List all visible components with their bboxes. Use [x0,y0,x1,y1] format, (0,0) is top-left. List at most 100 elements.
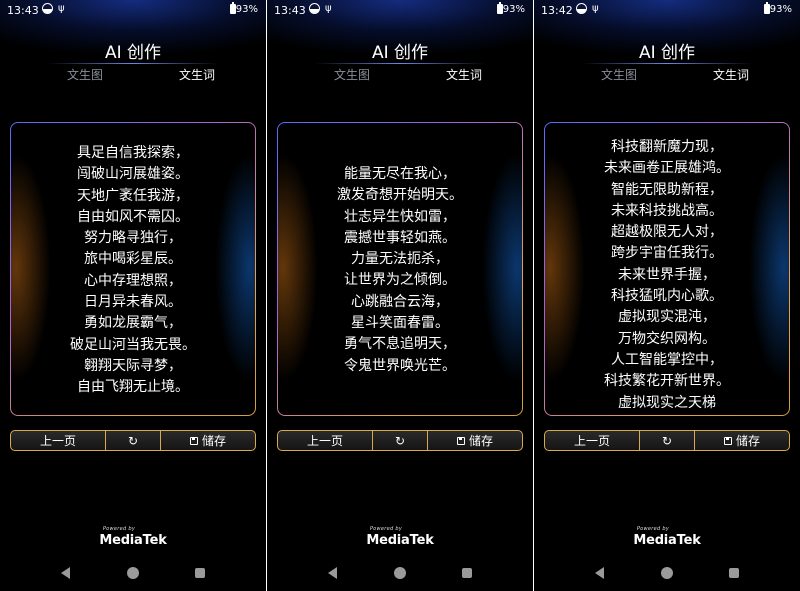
navigation-bar [267,563,533,583]
tab-text-to-image[interactable]: 文生图 [317,66,387,83]
poem-line: 令鬼世界唤光芒。 [344,357,456,374]
page-title: AI 创作 [638,43,696,63]
save-icon [723,436,732,445]
poem-line: 未来科技挑战高。 [611,202,723,219]
poem-line: 旅中喝彩星辰。 [84,251,182,268]
tab-text-to-image[interactable]: 文生图 [50,66,120,83]
poem-line: 星斗笑面春雷。 [351,315,449,332]
battery-percent: 93% [502,4,525,15]
poem-line: 闯破山河展雄姿。 [77,166,189,183]
phone-screen: 13:43 ψ 93% AI 创作 文生图 文生词 具足自信我探索， 闯破山河展雄… [0,0,266,591]
back-icon[interactable] [328,567,337,579]
tab-bar: 文生图 文生词 [534,63,800,85]
home-icon[interactable] [661,567,673,579]
poem-line: 科技猛吼内心歌。 [611,288,723,305]
poem-line: 具足自信我探索， [77,145,189,161]
brand-name: MediaTek [366,533,434,548]
tab-text-to-poem[interactable]: 文生词 [429,66,499,83]
recents-icon[interactable] [462,568,472,578]
action-bar: 上一页 ↻ 储存 [544,430,790,451]
save-label: 储存 [468,434,493,448]
poem-text: 能量无尽在我心， 激发奇想开始明天。 壮志异生快如雷， 震撼世事轻如燕。 力量无法扼杀，… [278,123,522,377]
powered-by-logo: Powered by MediaTek [534,526,800,548]
recents-icon[interactable] [729,568,739,578]
tab-text-to-poem[interactable]: 文生词 [162,66,232,83]
action-bar: 上一页 ↻ 储存 [10,430,256,451]
tab-bar: 文生图 文生词 [267,63,533,85]
poem-line: 努力略寻独行， [84,230,182,247]
poem-line: 智能无限助新程， [611,181,723,198]
action-bar: 上一页 ↻ 储存 [277,430,523,451]
previous-page-label: 上一页 [306,434,343,448]
refresh-button[interactable]: ↻ [106,431,161,450]
poem-line: 虚拟现实之天梯 [618,394,716,411]
status-time: 13:43 [7,4,39,17]
brand-name: MediaTek [633,533,701,548]
poem-line: 未来世界手握， [618,266,716,283]
poem-text: 具足自信我探索， 闯破山河展雄姿。 天地广袤任我游， 自由如风不需囚。 努力略寻独行， 旅… [11,123,255,399]
poem-line: 万物交织网构。 [618,330,716,347]
poem-line: 激发奇想开始明天。 [337,187,463,204]
save-button[interactable]: 储存 [161,431,255,450]
navigation-bar [0,563,266,583]
phone-screen: 13:42 ψ 93% AI 创作 文生图 文生词 科技翻新魔力现， 未来画卷正展… [534,0,800,591]
status-bar: 13:42 ψ 93% [534,0,800,20]
poem-line: 让世界为之倾倒。 [344,272,456,289]
refresh-icon: ↻ [127,433,139,448]
battery-percent: 93% [235,4,258,15]
status-time: 13:43 [274,4,306,17]
page-title: AI 创作 [104,43,162,63]
notification-icon [576,3,587,14]
poem-line: 天地广袤任我游， [77,187,189,204]
previous-page-button[interactable]: 上一页 [545,431,640,450]
refresh-icon: ↻ [661,433,673,448]
poem-card[interactable]: 科技翻新魔力现， 未来画卷正展雄鸿。 智能无限助新程， 未来科技挑战高。 超越极限无人对… [544,122,790,416]
save-icon [456,436,465,445]
navigation-bar [534,563,800,583]
poem-line: 科技翻新魔力现， [611,139,723,155]
poem-line: 自由如风不需囚。 [77,208,189,225]
poem-line: 人工智能掌控中， [611,351,723,368]
poem-line: 自由飞翔无止境。 [77,379,189,396]
back-icon[interactable] [61,567,70,579]
powered-by-logo: Powered by MediaTek [0,526,266,548]
page-title: AI 创作 [371,43,429,63]
poem-line: 日月异未春风。 [84,294,182,311]
poem-text: 科技翻新魔力现， 未来画卷正展雄鸿。 智能无限助新程， 未来科技挑战高。 超越极限无人对… [545,123,789,414]
refresh-button[interactable]: ↻ [640,431,695,450]
poem-card[interactable]: 具足自信我探索， 闯破山河展雄姿。 天地广袤任我游， 自由如风不需囚。 努力略寻独行， 旅… [10,122,256,416]
poem-line: 破足山河当我无畏。 [70,336,196,353]
tab-text-to-image[interactable]: 文生图 [584,66,654,83]
poem-line: 震撼世事轻如燕。 [344,229,456,246]
poem-line: 壮志异生快如雷， [344,208,456,225]
status-bar: 13:43 ψ 93% [0,0,266,20]
refresh-button[interactable]: ↻ [373,431,428,450]
notification-icon [42,3,53,14]
poem-card[interactable]: 能量无尽在我心， 激发奇想开始明天。 壮志异生快如雷， 震撼世事轻如燕。 力量无法扼杀，… [277,122,523,416]
powered-by-logo: Powered by MediaTek [267,526,533,548]
poem-line: 科技繁花开新世界。 [604,373,730,390]
save-button[interactable]: 储存 [428,431,522,450]
recents-icon[interactable] [195,568,205,578]
back-icon[interactable] [595,567,604,579]
poem-line: 勇如龙展霸气， [84,315,182,332]
poem-line: 跨步宇宙任我行。 [611,245,723,262]
previous-page-label: 上一页 [573,434,610,448]
powered-by-text: Powered by [369,526,403,532]
previous-page-button[interactable]: 上一页 [278,431,373,450]
poem-line: 超越极限无人对， [611,224,723,241]
usb-icon: ψ [592,3,599,14]
home-icon[interactable] [127,567,139,579]
save-label: 储存 [735,434,760,448]
previous-page-button[interactable]: 上一页 [11,431,106,450]
poem-line: 未来画卷正展雄鸿。 [604,160,730,177]
poem-line: 心中存理想照， [84,272,182,289]
tab-text-to-poem[interactable]: 文生词 [696,66,766,83]
powered-by-text: Powered by [636,526,670,532]
home-icon[interactable] [394,567,406,579]
poem-line: 翱翔天际寻梦， [84,357,182,374]
save-button[interactable]: 储存 [695,431,789,450]
phone-screen: 13:43 ψ 93% AI 创作 文生图 文生词 能量无尽在我心， 激发奇想开始… [267,0,533,591]
tab-bar: 文生图 文生词 [0,63,266,85]
powered-by-text: Powered by [102,526,136,532]
